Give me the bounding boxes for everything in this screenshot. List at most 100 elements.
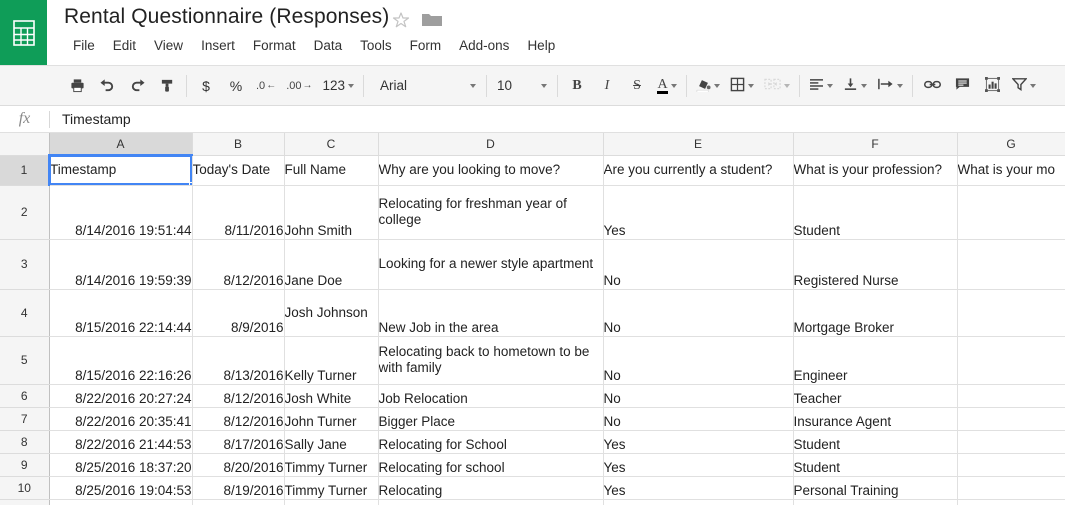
cell-g2[interactable] — [957, 185, 1065, 240]
cell-a6[interactable]: 8/22/2016 20:27:24 — [49, 384, 193, 408]
cell-g4[interactable] — [957, 289, 1065, 337]
cell-g1[interactable]: What is your mo — [957, 155, 1065, 186]
cell-c3[interactable]: Jane Doe — [284, 239, 379, 290]
strikethrough-button[interactable]: S — [624, 72, 650, 99]
cell-a8[interactable]: 8/22/2016 21:44:53 — [49, 430, 193, 454]
cell-e10[interactable]: Yes — [603, 476, 794, 500]
menu-item-view[interactable]: View — [145, 36, 192, 55]
cell-e1[interactable]: Are you currently a student? — [603, 155, 794, 186]
row-header-11[interactable] — [0, 499, 50, 505]
font-family-select[interactable]: Arial — [374, 72, 482, 99]
print-button[interactable] — [64, 72, 90, 99]
cell-d4[interactable]: New Job in the area — [378, 289, 604, 337]
cell-g3[interactable] — [957, 239, 1065, 290]
row-header-7[interactable]: 7 — [0, 407, 50, 431]
vertical-align-button[interactable] — [840, 72, 870, 99]
paint-format-button[interactable] — [154, 72, 180, 99]
cell-c5[interactable]: Kelly Turner — [284, 336, 379, 385]
cell-f8[interactable]: Student — [793, 430, 958, 454]
cell-g6[interactable] — [957, 384, 1065, 408]
row-header-10[interactable]: 10 — [0, 476, 50, 500]
cell-e2[interactable]: Yes — [603, 185, 794, 240]
cell-a3[interactable]: 8/14/2016 19:59:39 — [49, 239, 193, 290]
currency-format-button[interactable]: $ — [193, 72, 219, 99]
cell-d9[interactable]: Relocating for school — [378, 453, 604, 477]
undo-button[interactable] — [94, 72, 120, 99]
more-formats-button[interactable]: 123 — [319, 72, 357, 99]
cell-c6[interactable]: Josh White — [284, 384, 379, 408]
redo-button[interactable] — [124, 72, 150, 99]
cell-e8[interactable]: Yes — [603, 430, 794, 454]
cell-a2[interactable]: 8/14/2016 19:51:44 — [49, 185, 193, 240]
cell-d1[interactable]: Why are you looking to move? — [378, 155, 604, 186]
cell-b8[interactable]: 8/17/2016 — [192, 430, 285, 454]
cell-d6[interactable]: Job Relocation — [378, 384, 604, 408]
cell-c7[interactable]: John Turner — [284, 407, 379, 431]
insert-comment-button[interactable] — [949, 72, 975, 99]
cell-c10[interactable]: Timmy Turner — [284, 476, 379, 500]
insert-chart-button[interactable] — [979, 72, 1005, 99]
cell-f10[interactable]: Personal Training — [793, 476, 958, 500]
cell-b9[interactable]: 8/20/2016 — [192, 453, 285, 477]
cell-f3[interactable]: Registered Nurse — [793, 239, 958, 290]
cell-g8[interactable] — [957, 430, 1065, 454]
increase-decimal-button[interactable]: .00 → — [283, 72, 315, 99]
cell-b1[interactable]: Today's Date — [192, 155, 285, 186]
cell-e3[interactable]: No — [603, 239, 794, 290]
borders-button[interactable] — [727, 72, 757, 99]
cell-f1[interactable]: What is your profession? — [793, 155, 958, 186]
column-header-f[interactable]: F — [793, 133, 958, 156]
cell-b7[interactable]: 8/12/2016 — [192, 407, 285, 431]
cell-f11[interactable] — [793, 499, 958, 505]
cell-d8[interactable]: Relocating for School — [378, 430, 604, 454]
row-header-4[interactable]: 4 — [0, 289, 50, 337]
cell-a11[interactable] — [49, 499, 193, 505]
menu-item-addons[interactable]: Add-ons — [450, 36, 518, 55]
cell-a1[interactable]: Timestamp — [49, 155, 193, 186]
filter-button[interactable] — [1009, 72, 1039, 99]
column-header-b[interactable]: B — [192, 133, 285, 156]
row-header-8[interactable]: 8 — [0, 430, 50, 454]
font-size-select[interactable]: 10 — [491, 72, 553, 99]
menu-item-data[interactable]: Data — [305, 36, 352, 55]
menu-item-tools[interactable]: Tools — [351, 36, 401, 55]
cell-g11[interactable] — [957, 499, 1065, 505]
cell-e9[interactable]: Yes — [603, 453, 794, 477]
cell-b4[interactable]: 8/9/2016 — [192, 289, 285, 337]
cell-d11[interactable] — [378, 499, 604, 505]
cell-d10[interactable]: Relocating — [378, 476, 604, 500]
row-header-2[interactable]: 2 — [0, 185, 50, 240]
star-outline-icon[interactable] — [392, 11, 410, 29]
bold-button[interactable]: B — [564, 72, 590, 99]
cell-c11[interactable] — [284, 499, 379, 505]
menu-item-edit[interactable]: Edit — [104, 36, 145, 55]
horizontal-align-button[interactable] — [806, 72, 836, 99]
fill-handle[interactable] — [188, 181, 191, 184]
cell-d7[interactable]: Bigger Place — [378, 407, 604, 431]
row-header-9[interactable]: 9 — [0, 453, 50, 477]
spreadsheet-grid[interactable]: A B C D E F G 1 Timestamp Today's Date F… — [0, 133, 1065, 505]
cell-e5[interactable]: No — [603, 336, 794, 385]
cell-c9[interactable]: Timmy Turner — [284, 453, 379, 477]
cell-e6[interactable]: No — [603, 384, 794, 408]
select-all-corner[interactable] — [0, 133, 50, 156]
folder-icon[interactable] — [422, 12, 442, 28]
menu-item-file[interactable]: File — [64, 36, 104, 55]
column-header-a[interactable]: A — [49, 133, 193, 156]
cell-e4[interactable]: No — [603, 289, 794, 337]
cell-d3[interactable]: Looking for a newer style apartment — [378, 239, 604, 290]
column-header-d[interactable]: D — [378, 133, 604, 156]
cell-a7[interactable]: 8/22/2016 20:35:41 — [49, 407, 193, 431]
document-title[interactable]: Rental Questionnaire (Responses) — [64, 5, 389, 29]
column-header-e[interactable]: E — [603, 133, 794, 156]
cell-b11[interactable] — [192, 499, 285, 505]
cell-d2[interactable]: Relocating for freshman year of college — [378, 185, 604, 240]
text-color-button[interactable]: A — [654, 72, 680, 99]
formula-input[interactable] — [50, 106, 1065, 132]
insert-link-button[interactable] — [919, 72, 945, 99]
cell-a5[interactable]: 8/15/2016 22:16:26 — [49, 336, 193, 385]
sheets-logo[interactable] — [0, 0, 47, 65]
menu-item-form[interactable]: Form — [401, 36, 451, 55]
cell-f2[interactable]: Student — [793, 185, 958, 240]
cell-a4[interactable]: 8/15/2016 22:14:44 — [49, 289, 193, 337]
